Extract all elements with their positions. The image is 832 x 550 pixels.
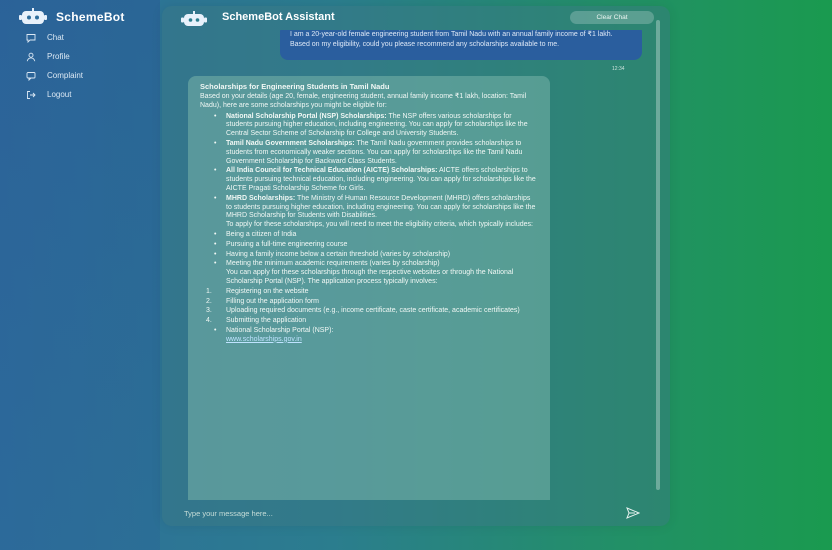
message-list: I am a 20-year-old female engineering st… — [162, 30, 670, 500]
list-item: Pursuing a full-time engineering course — [214, 241, 538, 250]
logout-icon — [27, 90, 36, 99]
link-list: National Scholarship Portal (NSP):www.sc… — [214, 327, 538, 345]
criteria-list: Being a citizen of India Pursuing a full… — [214, 231, 538, 287]
scheme-list: National Scholarship Portal (NSP) Schola… — [214, 113, 538, 230]
message-input-row — [170, 504, 660, 522]
sidebar-item-label: Profile — [47, 52, 70, 61]
list-item: All India Council for Technical Educatio… — [214, 167, 538, 193]
steps-list: 1. Registering on the website 2. Filling o… — [206, 288, 538, 326]
list-item: 1. Registering on the website — [206, 287, 309, 295]
response-intro: Based on your details (age 20, female, e… — [200, 93, 527, 109]
list-item: 3. Uploading required documents (e.g., in… — [206, 307, 520, 315]
list-item: Being a citizen of India — [214, 231, 538, 240]
chat-icon — [26, 33, 36, 43]
list-item: Having a family income below a certain t… — [214, 251, 538, 260]
list-item: National Scholarship Portal (NSP):www.sc… — [214, 327, 538, 345]
send-icon — [626, 507, 641, 519]
bot-message: Scholarships for Engineering Students in… — [188, 76, 550, 500]
list-item: 4. Submitting the application — [206, 317, 307, 325]
list-item: 2. Filling out the application form — [206, 297, 319, 305]
list-item: Tamil Nadu Government Scholarships: The … — [214, 140, 538, 166]
sidebar-item-logout[interactable]: Logout — [26, 85, 83, 104]
robot-icon — [19, 8, 47, 24]
user-message: I am a 20-year-old female engineering st… — [280, 30, 642, 60]
robot-icon — [181, 11, 207, 26]
chat-title: SchemeBot Assistant — [222, 11, 335, 23]
scrollbar-thumb[interactable] — [656, 20, 660, 490]
user-icon — [26, 52, 36, 61]
clear-chat-button[interactable]: Clear Chat — [570, 11, 654, 24]
apply-intro: You can apply for these scholarships thr… — [226, 269, 514, 285]
brand[interactable]: SchemeBot — [18, 6, 125, 28]
sidebar-item-profile[interactable]: Profile — [26, 47, 83, 66]
sidebar-item-label: Logout — [47, 90, 72, 99]
list-item: Meeting the minimum academic requirement… — [214, 260, 538, 286]
nsp-link[interactable]: www.scholarships.gov.in — [226, 336, 302, 343]
chat-header: SchemeBot Assistant Clear Chat — [162, 6, 670, 28]
sidebar-item-complaint[interactable]: Complaint — [26, 66, 83, 85]
criteria-intro: To apply for these scholarships, you wil… — [226, 221, 533, 229]
message-input[interactable] — [170, 504, 660, 522]
list-item: National Scholarship Portal (NSP) Schola… — [214, 113, 538, 139]
message-icon — [26, 71, 36, 81]
sidebar-item-label: Chat — [47, 33, 64, 42]
response-heading: Scholarships for Engineering Students in… — [200, 82, 390, 91]
scrollbar[interactable] — [656, 20, 660, 490]
brand-title: SchemeBot — [56, 10, 125, 24]
send-button[interactable] — [626, 507, 641, 519]
chat-panel: SchemeBot Assistant Clear Chat I am a 20… — [162, 6, 670, 526]
sidebar-item-label: Complaint — [47, 71, 84, 80]
message-timestamp: 12:34 — [612, 66, 625, 72]
sidebar-nav: Chat Profile Complaint Logout — [26, 28, 83, 104]
sidebar-item-chat[interactable]: Chat — [26, 28, 83, 47]
list-item: MHRD Scholarships: The Ministry of Human… — [214, 195, 538, 230]
sidebar: SchemeBot Chat Profile Complaint Logout — [0, 0, 160, 550]
